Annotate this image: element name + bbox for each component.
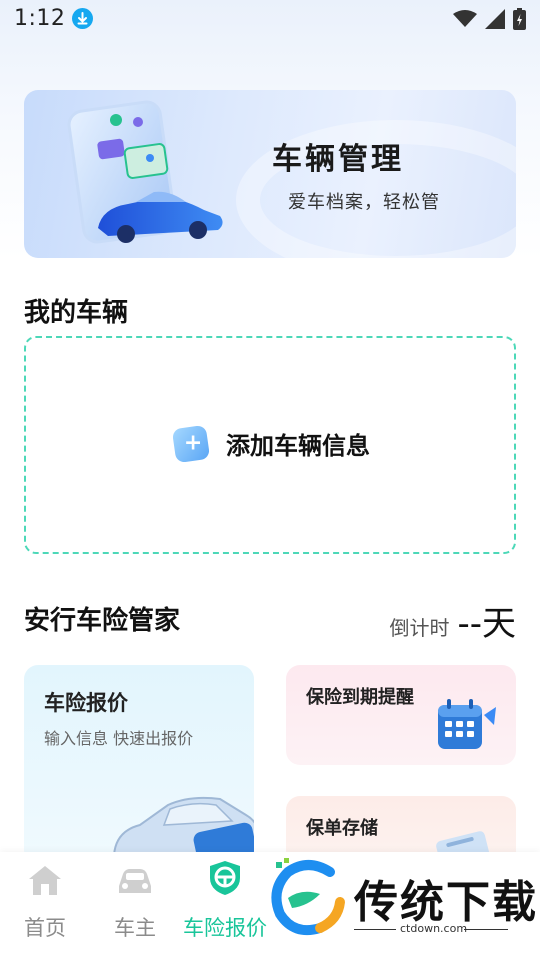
nav-item-insurance-quote[interactable]: 车险报价 <box>180 852 270 942</box>
quote-card-subtitle: 输入信息 快速出报价 <box>44 729 194 748</box>
my-vehicle-title: 我的车辆 <box>24 298 129 328</box>
site-watermark: 传统下载 ctdown.com <box>268 858 536 948</box>
signal-icon <box>485 9 505 29</box>
nav-item-owner[interactable]: 车主 <box>90 852 180 942</box>
add-vehicle-card[interactable]: + 添加车辆信息 <box>24 336 516 554</box>
battery-icon <box>513 8 526 30</box>
car-icon <box>119 869 151 893</box>
watermark-url: ctdown.com <box>400 922 468 935</box>
status-bar: 1:12 <box>0 0 540 40</box>
countdown-label: 倒计时 <box>389 616 450 640</box>
watermark-divider <box>464 929 508 930</box>
shield-steering-icon <box>210 861 240 895</box>
reminder-card-title: 保险到期提醒 <box>306 687 414 708</box>
insurance-quote-card[interactable]: 车险报价 输入信息 快速出报价 <box>24 665 254 865</box>
countdown-value: --天 <box>457 604 516 644</box>
status-time: 1:12 <box>14 6 66 31</box>
home-icon <box>29 866 61 895</box>
nav-label-home: 首页 <box>24 916 66 940</box>
vehicle-management-banner[interactable] <box>24 90 516 258</box>
add-icon: + <box>171 424 211 463</box>
nav-label-owner: 车主 <box>114 916 156 940</box>
calendar-icon <box>438 699 496 749</box>
insurance-expiry-reminder-card[interactable]: 保险到期提醒 <box>286 665 516 765</box>
quote-card-title: 车险报价 <box>44 691 128 715</box>
watermark-text: 传统下载 <box>354 877 538 928</box>
countdown: 倒计时 --天 <box>389 596 516 645</box>
banner-title: 车辆管理 <box>272 142 404 177</box>
banner-subtitle: 爱车档案，轻松管 <box>288 192 440 213</box>
add-vehicle-label: 添加车辆信息 <box>226 432 370 460</box>
download-icon <box>72 8 93 29</box>
nav-item-home[interactable]: 首页 <box>0 852 90 942</box>
wifi-icon <box>453 10 477 27</box>
insurance-section-title: 安行车险管家 <box>24 606 181 636</box>
car-phone-illustration <box>67 100 223 244</box>
watermark-divider <box>354 929 396 930</box>
ctdown-logo <box>271 858 345 936</box>
policy-card-title: 保单存储 <box>306 818 378 839</box>
nav-label-insurance-quote: 车险报价 <box>183 916 267 940</box>
